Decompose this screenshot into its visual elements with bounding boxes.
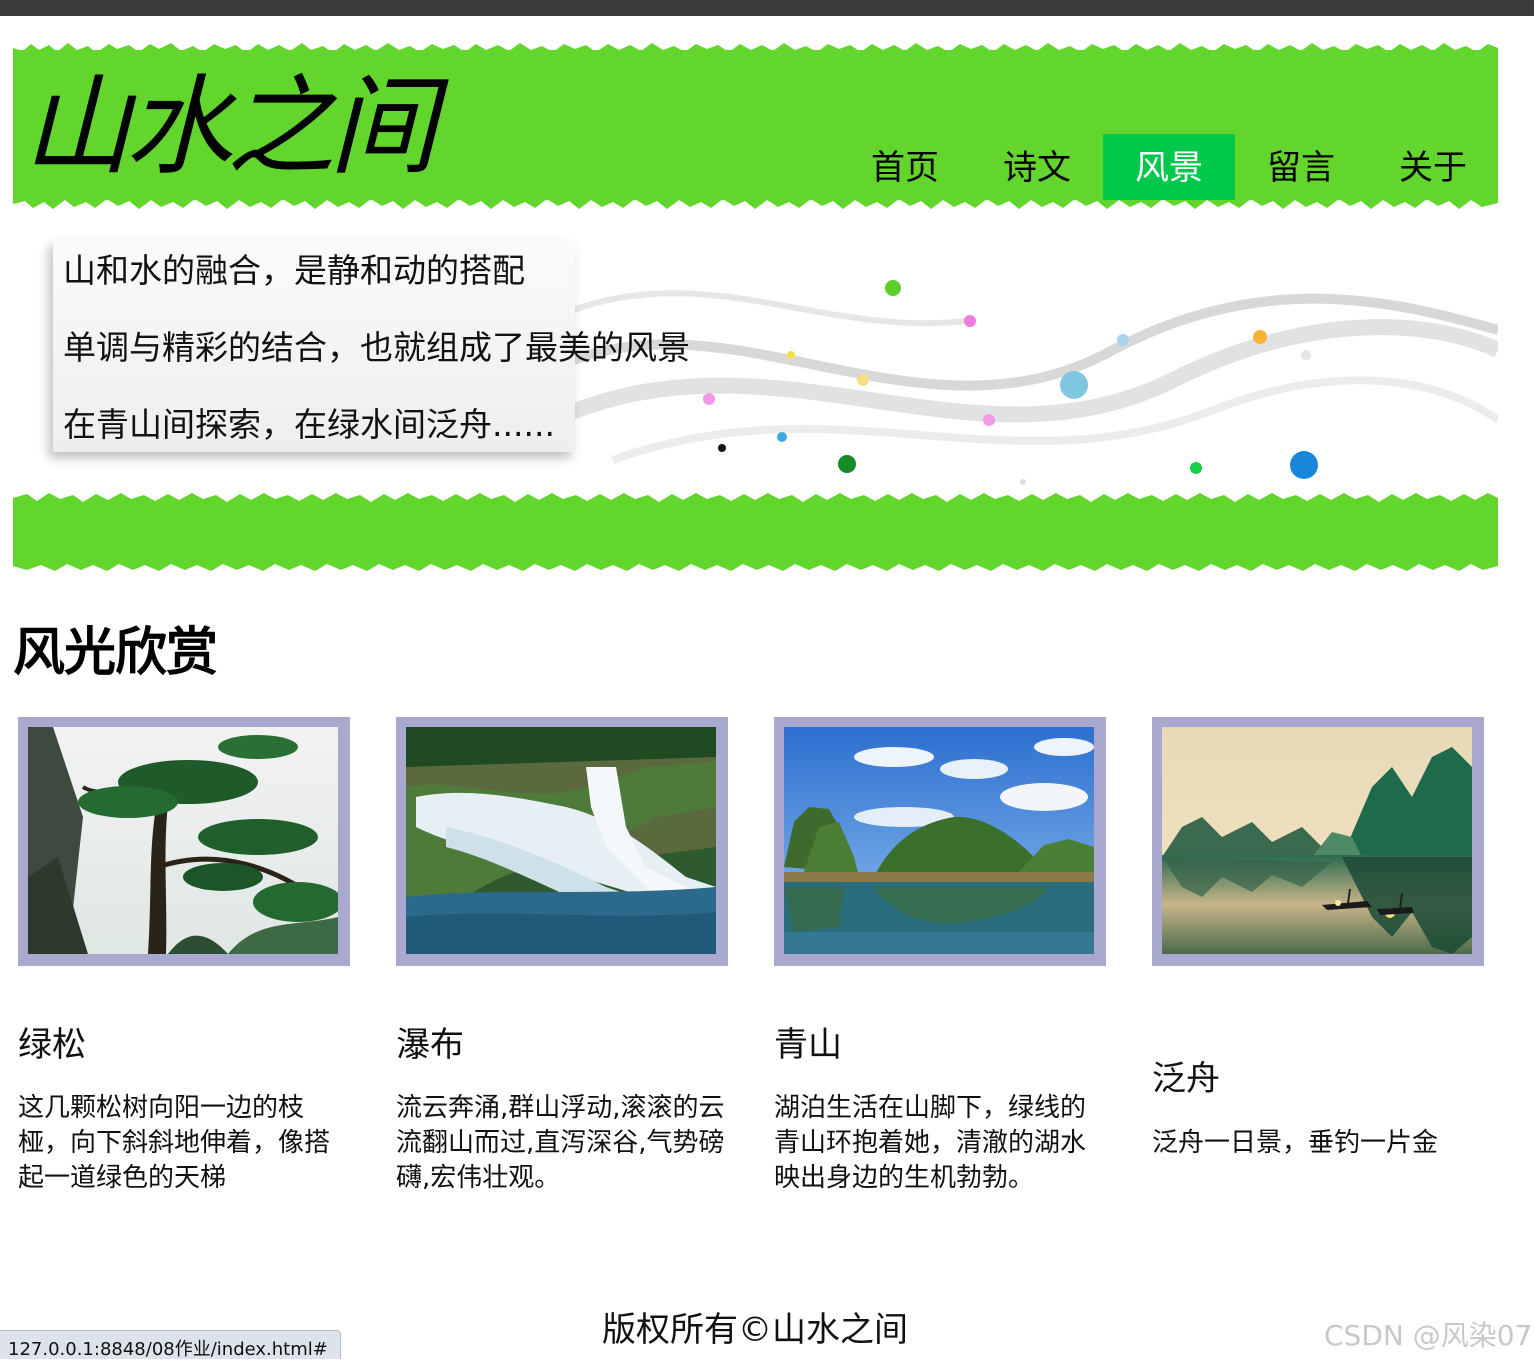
card-desc-waterfall: 流云奔涌,群山浮动,滚滚的云流翻山而过,直泻深谷,气势磅礴,宏伟壮观。 [396, 1093, 725, 1193]
card-title-pine: 绿松 [18, 1025, 86, 1065]
site-title: 山水之间 [23, 65, 437, 190]
card-title-waterfall: 瀑布 [396, 1025, 464, 1065]
card-title-boating: 泛舟 [1152, 1059, 1220, 1099]
banner-line-1: 山和水的融合，是静和动的搭配 [63, 251, 525, 290]
nav-item-message[interactable]: 留言 [1235, 134, 1367, 200]
gallery-card-pine: 绿松 这几颗松树向阳一边的枝桠，向下斜斜地伸着，像搭起一道绿色的天梯 [18, 717, 350, 1193]
main-nav: 首页 诗文 风景 留言 关于 [839, 134, 1499, 200]
nav-item-scenery[interactable]: 风景 [1103, 134, 1235, 200]
header-top-brush-edge [13, 43, 1498, 56]
hero-banner: 山和水的融合，是静和动的搭配 单调与精彩的结合，也就组成了最美的风景 在青山间探… [13, 230, 1498, 492]
gallery-card-boating: 泛舟 泛舟一日景，垂钓一片金 [1152, 717, 1484, 1158]
green-mountain-photo [784, 727, 1094, 954]
card-desc-pine: 这几颗松树向阳一边的枝桠，向下斜斜地伸着，像搭起一道绿色的天梯 [18, 1093, 331, 1193]
gallery-card-waterfall: 瀑布 流云奔涌,群山浮动,滚滚的云流翻山而过,直泻深谷,气势磅礴,宏伟壮观。 [396, 717, 728, 1193]
banner-line-3: 在青山间探索，在绿水间泛舟...... [63, 405, 555, 444]
banner-line-2: 单调与精彩的结合，也就组成了最美的风景 [63, 328, 690, 367]
site-header: 山水之间 首页 诗文 风景 留言 关于 [13, 40, 1498, 210]
photo-frame[interactable] [774, 717, 1106, 966]
csdn-watermark: CSDN @风染07 [1324, 1319, 1533, 1352]
photo-frame[interactable] [396, 717, 728, 966]
browser-top-bar [0, 0, 1534, 16]
card-desc-boating: 泛舟一日景，垂钓一片金 [1152, 1128, 1439, 1158]
gallery-card-green-mountain: 青山 湖泊生活在山脚下，绿线的青山环抱着她，清澈的湖水映出身边的生机勃勃。 [774, 717, 1106, 1193]
boating-photo [1162, 727, 1472, 954]
nav-item-poetry[interactable]: 诗文 [971, 134, 1103, 200]
browser-status-url: 127.0.0.1:8848/08作业/index.html# [0, 1330, 341, 1360]
card-title-green-mountain: 青山 [774, 1025, 842, 1065]
nav-item-about[interactable]: 关于 [1367, 134, 1499, 200]
waterfall-photo [406, 727, 716, 954]
pine-tree-photo [28, 727, 338, 954]
banner-bottom-green-bar [13, 493, 1498, 571]
card-desc-green-mountain: 湖泊生活在山脚下，绿线的青山环抱着她，清澈的湖水映出身边的生机勃勃。 [774, 1093, 1087, 1193]
photo-frame[interactable] [18, 717, 350, 966]
gallery-title: 风光欣赏 [13, 623, 218, 683]
photo-frame[interactable] [1152, 717, 1484, 966]
nav-item-home[interactable]: 首页 [839, 134, 971, 200]
